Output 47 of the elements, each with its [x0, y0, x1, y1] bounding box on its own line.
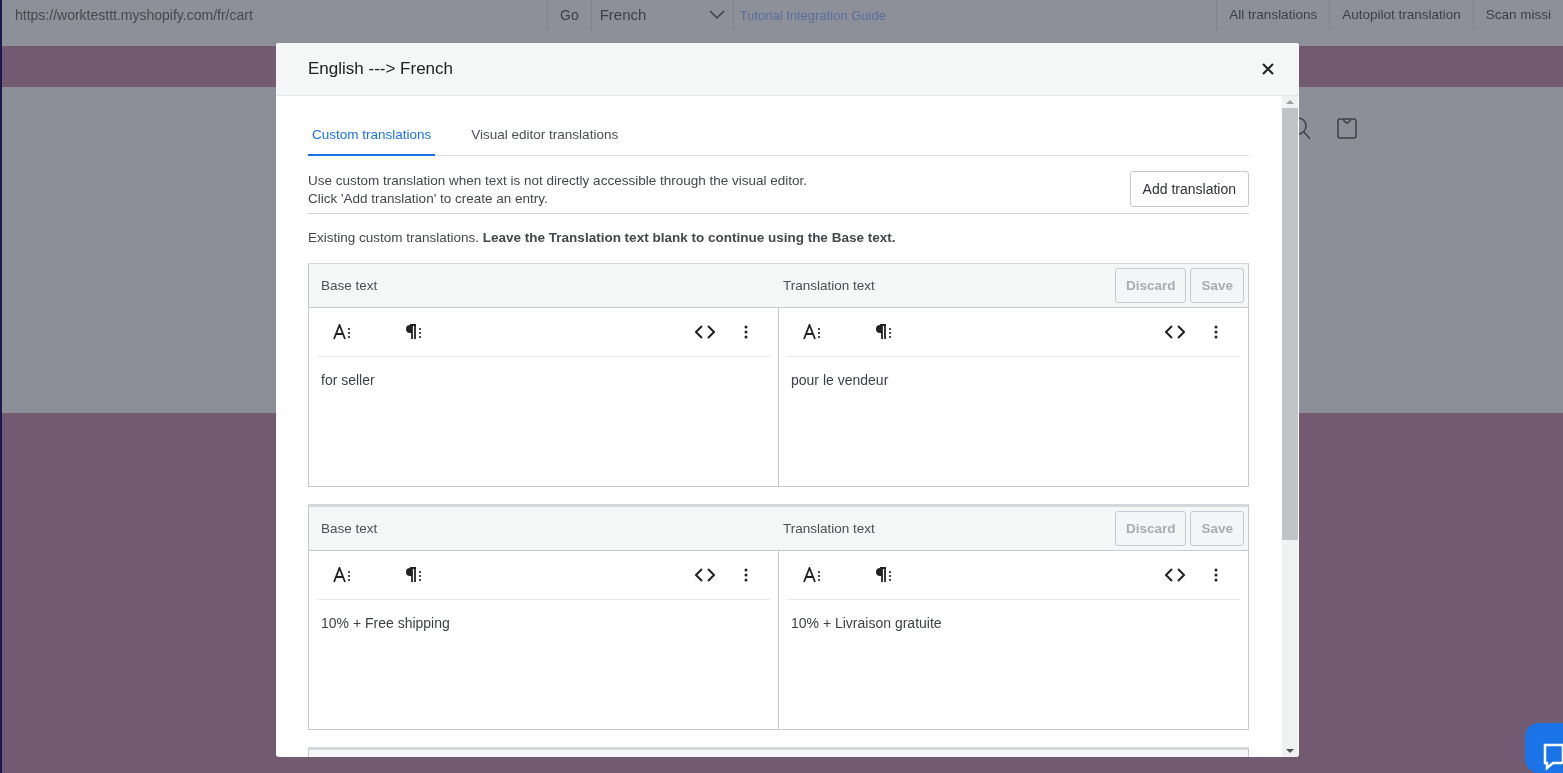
add-translation-button[interactable]: Add translation — [1129, 171, 1249, 207]
more-options-icon[interactable] — [744, 325, 748, 339]
chat-button-icon[interactable] — [1525, 723, 1563, 773]
chevron-down-icon — [708, 10, 725, 20]
code-icon[interactable] — [695, 325, 715, 339]
more-options-icon[interactable] — [744, 568, 748, 582]
paragraph-icon[interactable] — [404, 324, 422, 340]
dialog-title: English ---> French — [308, 59, 455, 79]
paragraph-icon[interactable] — [874, 324, 892, 340]
column-heading: Translation text — [783, 278, 876, 293]
text-editor[interactable]: 10% + Free shipping — [309, 551, 779, 729]
code-icon[interactable] — [695, 568, 715, 582]
text-editor[interactable]: 10% + Livraison gratuite — [779, 551, 1248, 729]
tab[interactable]: Custom translations — [308, 118, 436, 156]
code-icon[interactable] — [1165, 325, 1185, 339]
font-size-icon[interactable] — [333, 324, 351, 340]
font-size-icon[interactable] — [803, 567, 821, 583]
tab[interactable]: Visual editor translations — [467, 118, 623, 156]
shopping-bag-icon[interactable] — [1337, 118, 1357, 139]
column-heading: Base text — [321, 278, 379, 293]
editor-text: for seller — [320, 371, 376, 388]
column-heading: Base text — [321, 521, 379, 536]
editor-text: pour le vendeur — [790, 371, 890, 388]
font-size-icon[interactable] — [803, 324, 821, 340]
toolbar-action[interactable]: All translations — [1216, 0, 1330, 30]
toolbar-action[interactable]: Autopilot translation — [1329, 0, 1473, 30]
paragraph-icon[interactable] — [404, 567, 422, 583]
note-text: Existing custom translations. Leave the Translation text blank to continue using the Base text. — [308, 229, 897, 247]
text-editor[interactable]: pour le vendeur — [779, 308, 1248, 486]
font-size-icon[interactable] — [333, 567, 351, 583]
editor-text: 10% + Livraison gratuite — [790, 614, 943, 631]
toolbar-action[interactable]: Scan missi — [1472, 0, 1563, 30]
paragraph-icon[interactable] — [874, 567, 892, 583]
search-icon[interactable] — [1298, 117, 1312, 141]
language-select[interactable]: French — [591, 0, 734, 30]
close-icon[interactable] — [1262, 63, 1274, 75]
text-editor[interactable]: for seller — [309, 308, 779, 486]
info-text: Use custom translation when text is not directly accessible through the visual editor. — [308, 172, 807, 188]
column-heading: Translation text — [783, 521, 876, 536]
scrollbar[interactable] — [1282, 96, 1298, 757]
more-options-icon[interactable] — [1214, 325, 1218, 339]
info-text: Click 'Add translation' to create an entry. — [308, 190, 549, 206]
go-button[interactable]: Go — [547, 0, 592, 30]
code-icon[interactable] — [1165, 568, 1185, 582]
url-field[interactable]: https://worktesttt.myshopify.com/fr/cart — [2, 7, 547, 23]
editor-text: 10% + Free shipping — [320, 614, 451, 631]
more-options-icon[interactable] — [1214, 568, 1218, 582]
